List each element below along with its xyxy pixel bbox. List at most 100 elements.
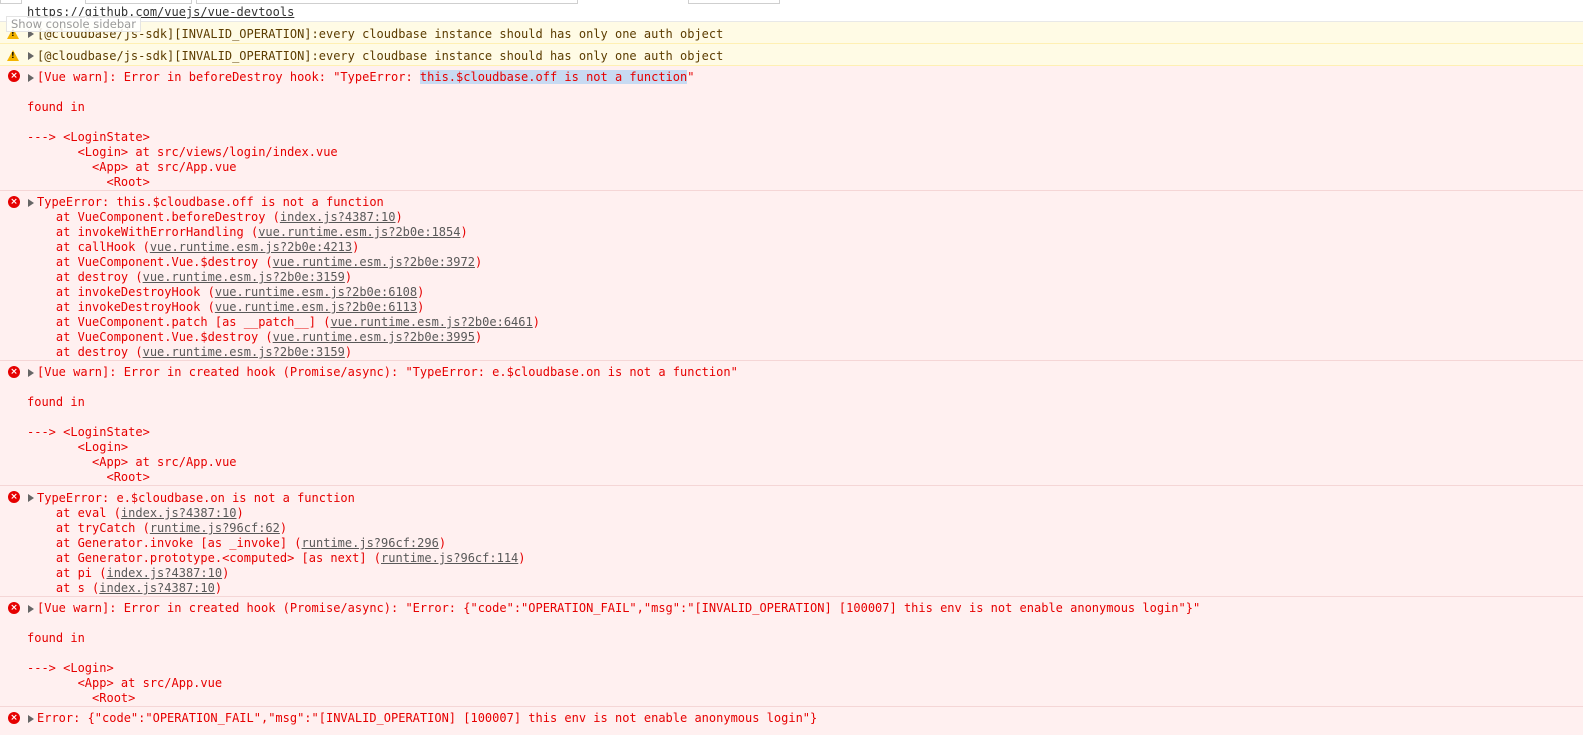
component-tree-line: ---> <LoginState> [27, 425, 150, 439]
frame-close-paren: ) [279, 521, 288, 535]
source-link[interactable]: index.js?4387:10 [121, 506, 237, 520]
frame-close-paren: ) [352, 240, 360, 254]
frame-function: at tryCatch ( [27, 521, 150, 535]
frame-close-paren: ) [344, 345, 353, 359]
frame-function: at VueComponent.Vue.$destroy ( [27, 255, 273, 269]
warning-triangle-icon [7, 50, 19, 61]
expand-triangle-icon[interactable] [28, 199, 34, 207]
console-error-row[interactable]: × [Vue warn]: Error in created hook (Pro… [0, 361, 1583, 486]
component-tree-line: <App> at src/App.vue [27, 160, 237, 174]
stack-frame: at VueComponent.beforeDestroy (index.js?… [27, 210, 403, 225]
stack-frame: at tryCatch (runtime.js?96cf:62) [27, 521, 287, 536]
stack-frame: at callHook (vue.runtime.esm.js?2b0e:421… [27, 240, 359, 255]
source-link[interactable]: vue.runtime.esm.js?2b0e:6113 [215, 300, 417, 314]
stack-frame: at Generator.prototype.<computed> [as ne… [27, 551, 526, 566]
console-error-row[interactable]: × TypeError: e.$cloudbase.on is not a fu… [0, 486, 1583, 597]
frame-close-paren: ) [460, 225, 468, 239]
source-link[interactable]: runtime.js?96cf:296 [302, 536, 439, 550]
stack-frame: at invokeDestroyHook (vue.runtime.esm.js… [27, 300, 424, 315]
error-message: [Vue warn]: Error in created hook (Promi… [37, 601, 1201, 615]
frame-function: at eval ( [27, 506, 121, 520]
error-message: TypeError: e.$cloudbase.on is not a func… [37, 491, 355, 505]
stack-frame: at destroy (vue.runtime.esm.js?2b0e:3159… [27, 345, 352, 360]
expand-triangle-icon[interactable] [28, 74, 34, 82]
stack-frame: at VueComponent.Vue.$destroy (vue.runtim… [27, 330, 482, 345]
stack-frame: at pi (index.js?4387:10) [27, 566, 229, 581]
source-link[interactable]: vue.runtime.esm.js?2b0e:3159 [143, 270, 345, 284]
frame-close-paren: ) [532, 315, 540, 329]
frame-function: at invokeDestroyHook ( [27, 300, 215, 314]
frame-close-paren: ) [417, 285, 425, 299]
error-circle-icon: × [8, 196, 20, 208]
found-in-label: found in [27, 100, 85, 114]
console-error-row[interactable]: × [Vue warn]: Error in beforeDestroy hoo… [0, 66, 1583, 191]
source-link[interactable]: vue.runtime.esm.js?2b0e:1854 [258, 225, 460, 239]
console-warning-row[interactable]: [@cloudbase/js-sdk][INVALID_OPERATION]:e… [0, 22, 1583, 44]
component-tree-line: <Root> [27, 691, 136, 705]
component-tree-line: <App> at src/App.vue [27, 676, 223, 690]
console-warning-row[interactable]: [@cloudbase/js-sdk][INVALID_OPERATION]:e… [0, 44, 1583, 66]
frame-function: at pi ( [27, 566, 107, 580]
frame-close-paren: ) [344, 270, 353, 284]
source-link[interactable]: index.js?4387:10 [99, 581, 215, 595]
frame-function: at destroy ( [27, 270, 143, 284]
source-link[interactable]: index.js?4387:10 [106, 566, 222, 580]
component-tree-line: ---> <Login> [27, 661, 114, 675]
component-tree-line: <Root> [27, 175, 150, 189]
stack-frame: at s (index.js?4387:10) [27, 581, 222, 596]
error-circle-icon: × [8, 70, 20, 82]
frame-close-paren: ) [222, 566, 230, 580]
source-link[interactable]: index.js?4387:10 [280, 210, 396, 224]
stack-frame: at invokeDestroyHook (vue.runtime.esm.js… [27, 285, 424, 300]
stack-frame: at eval (index.js?4387:10) [27, 506, 244, 521]
frame-close-paren: ) [518, 551, 526, 565]
frame-function: at Generator.prototype.<computed> [as ne… [27, 551, 382, 565]
console-error-row[interactable]: × Error: {"code":"OPERATION_FAIL","msg":… [0, 707, 1583, 735]
console-error-row[interactable]: × TypeError: this.$cloudbase.off is not … [0, 191, 1583, 361]
stack-frame: at VueComponent.patch [as __patch__] (vu… [27, 315, 540, 330]
stack-frame: at Generator.invoke [as _invoke] (runtim… [27, 536, 446, 551]
stack-frame: at invokeWithErrorHandling (vue.runtime.… [27, 225, 468, 240]
error-circle-icon: × [8, 602, 20, 614]
source-link[interactable]: vue.runtime.esm.js?2b0e:3159 [143, 345, 345, 359]
error-message: [Vue warn]: Error in beforeDestroy hook:… [37, 70, 695, 84]
frame-close-paren: ) [395, 210, 403, 224]
stack-frame: at VueComponent.Vue.$destroy (vue.runtim… [27, 255, 482, 270]
expand-triangle-icon[interactable] [28, 494, 34, 502]
component-tree-line: <Login> at src/views/login/index.vue [27, 145, 338, 159]
component-tree-line: <App> at src/App.vue [27, 455, 237, 469]
source-link[interactable]: vue.runtime.esm.js?2b0e:3995 [273, 330, 475, 344]
stack-frame: at destroy (vue.runtime.esm.js?2b0e:3159… [27, 270, 352, 285]
frame-function: at VueComponent.patch [as __patch__] ( [27, 315, 331, 329]
selected-text: this.$cloudbase.off is not a function [419, 70, 688, 84]
source-link[interactable]: vue.runtime.esm.js?2b0e:6461 [330, 315, 532, 329]
expand-triangle-icon[interactable] [28, 605, 34, 613]
frame-close-paren: ) [417, 300, 425, 314]
expand-triangle-icon[interactable] [28, 52, 34, 60]
frame-function: at VueComponent.beforeDestroy ( [27, 210, 280, 224]
error-circle-icon: × [8, 366, 20, 378]
console-error-row[interactable]: × [Vue warn]: Error in created hook (Pro… [0, 597, 1583, 707]
source-link[interactable]: vue.runtime.esm.js?2b0e:4213 [150, 240, 352, 254]
source-link[interactable]: vue.runtime.esm.js?2b0e:6108 [215, 285, 417, 299]
found-in-label: found in [27, 631, 85, 645]
source-link[interactable]: vue.runtime.esm.js?2b0e:3972 [273, 255, 475, 269]
error-message: Error: {"code":"OPERATION_FAIL","msg":"[… [37, 711, 818, 725]
frame-function: at s ( [27, 581, 100, 595]
found-in-label: found in [27, 395, 85, 409]
error-circle-icon: × [8, 712, 20, 724]
warning-message: [@cloudbase/js-sdk][INVALID_OPERATION]:e… [37, 49, 724, 63]
frame-function: at destroy ( [27, 345, 143, 359]
component-tree-line: ---> <LoginState> [27, 130, 150, 144]
frame-function: at invokeDestroyHook ( [27, 285, 215, 299]
source-link[interactable]: runtime.js?96cf:62 [150, 521, 280, 535]
component-tree-line: <Login> [27, 440, 129, 454]
expand-triangle-icon[interactable] [28, 369, 34, 377]
frame-close-paren: ) [236, 506, 244, 520]
error-message: TypeError: this.$cloudbase.off is not a … [37, 195, 384, 209]
frame-close-paren: ) [214, 581, 223, 595]
frame-close-paren: ) [474, 330, 483, 344]
source-link[interactable]: runtime.js?96cf:114 [381, 551, 518, 565]
frame-function: at invokeWithErrorHandling ( [27, 225, 259, 239]
expand-triangle-icon[interactable] [28, 715, 34, 723]
